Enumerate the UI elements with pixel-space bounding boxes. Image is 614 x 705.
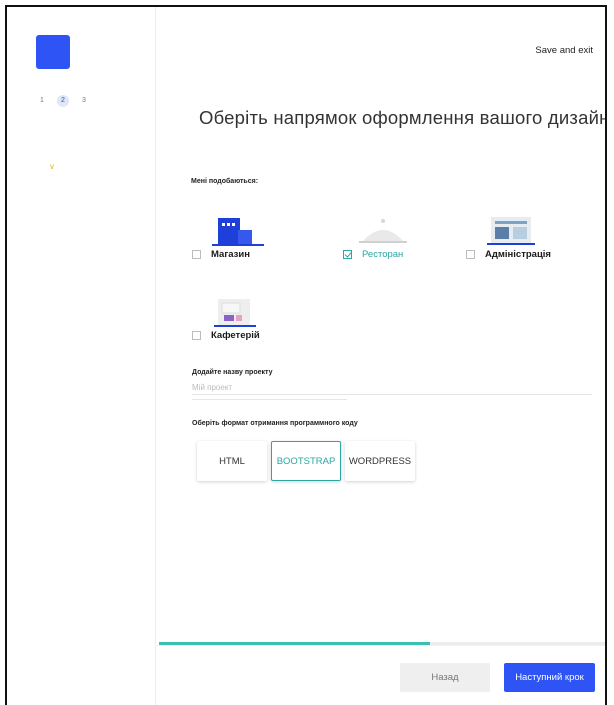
format-options: HTML BOOTSTRAP WORDPRESS — [197, 441, 415, 481]
cloche-icon — [359, 219, 407, 243]
back-button[interactable]: Назад — [400, 663, 490, 692]
shop-icon — [212, 218, 264, 246]
sidebar: 1 2 3 v — [7, 7, 156, 705]
input-underline — [192, 399, 347, 400]
administration-label: Адміністрація — [485, 249, 551, 260]
administration-checkbox[interactable] — [466, 250, 475, 259]
page-title: Оберіть напрямок оформлення вашого дизай… — [199, 107, 607, 128]
option-cafeteria[interactable]: Кафетерій — [192, 330, 260, 341]
format-bootstrap-button[interactable]: BOOTSTRAP — [271, 441, 341, 481]
cafeteria-icon — [214, 299, 256, 327]
restaurant-checkbox[interactable] — [343, 250, 352, 259]
format-label: Оберіть формат отримання программного ко… — [192, 420, 358, 427]
step-2[interactable]: 2 — [57, 95, 69, 107]
option-restaurant[interactable]: Ресторан — [343, 249, 403, 260]
footer-divider — [155, 645, 605, 646]
logo[interactable] — [36, 35, 70, 69]
format-html-button[interactable]: HTML — [197, 441, 267, 481]
restaurant-label: Ресторан — [362, 249, 404, 260]
step-indicator: 1 2 3 — [36, 95, 90, 107]
shop-label: Магазин — [211, 249, 250, 260]
cafeteria-label: Кафетерій — [211, 330, 260, 341]
likes-label: Мені подобаються: — [191, 178, 259, 185]
app-window: 1 2 3 v Save and exit Оберіть напрямок о… — [5, 5, 607, 705]
save-and-exit-link[interactable]: Save and exit — [535, 45, 593, 56]
step-1[interactable]: 1 — [36, 95, 48, 107]
option-shop[interactable]: Магазин — [192, 249, 250, 260]
project-name-label: Додайте назву проекту — [192, 369, 273, 376]
sidebar-mark: v — [50, 162, 54, 171]
next-step-button[interactable]: Наступний крок — [504, 663, 595, 692]
step-3[interactable]: 3 — [78, 95, 90, 107]
shop-checkbox[interactable] — [192, 250, 201, 259]
cafeteria-checkbox[interactable] — [192, 331, 201, 340]
format-wordpress-button[interactable]: WORDPRESS — [345, 441, 415, 481]
project-name-input[interactable] — [192, 380, 592, 395]
option-administration[interactable]: Адміністрація — [466, 249, 551, 260]
office-icon — [487, 217, 535, 245]
